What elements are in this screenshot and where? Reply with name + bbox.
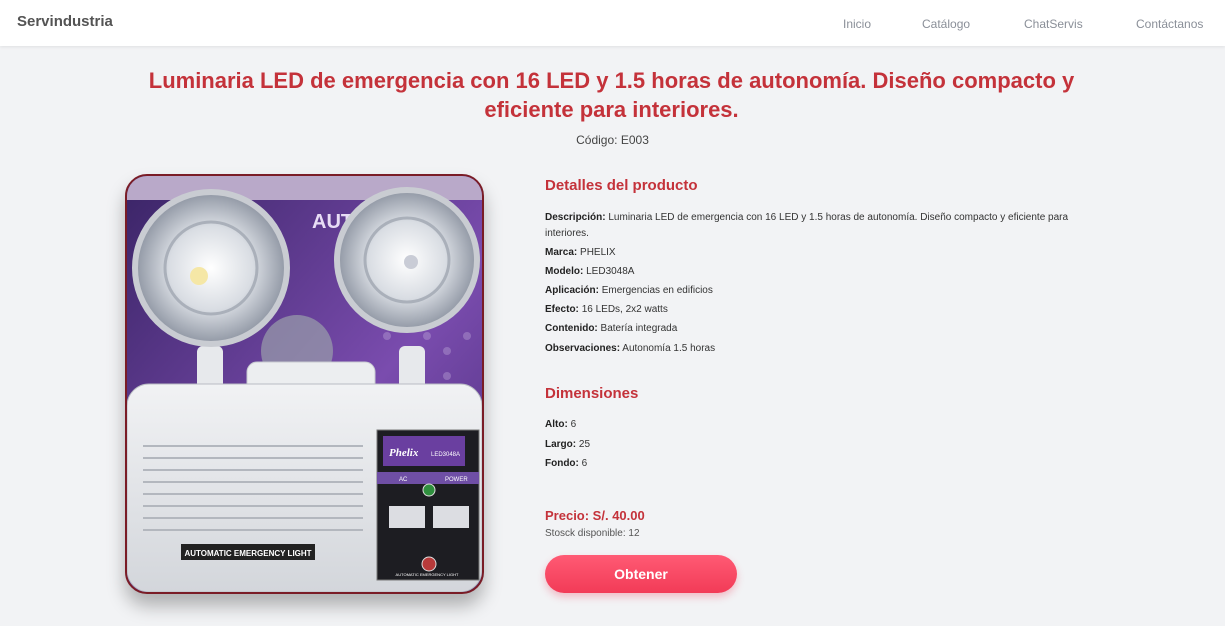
- dimension-length: Largo: 25: [545, 437, 1095, 453]
- product-title: Luminaria LED de emergencia con 16 LED y…: [148, 68, 1075, 122]
- spec-brand: Marca: PHELIX: [545, 245, 1095, 261]
- power-label: POWER: [445, 477, 468, 483]
- spec-value: Emergencias en edificios: [601, 285, 713, 296]
- spec-description: Descripción: Luminaria LED de emergencia…: [545, 210, 1095, 242]
- device-label: AUTOMATIC EMERGENCY LIGHT: [184, 549, 311, 558]
- spec-value: Batería integrada: [600, 323, 678, 334]
- spec-label: Marca:: [545, 247, 578, 258]
- spec-content: Contenido: Batería integrada: [545, 321, 1095, 337]
- spec-label: Modelo:: [545, 266, 584, 277]
- spec-label: Descripción:: [545, 212, 606, 223]
- ac-label: AC: [399, 477, 408, 483]
- phelix-plate: Phelix: [389, 447, 419, 459]
- dimension-label: Alto:: [545, 419, 568, 430]
- obtain-button[interactable]: Obtener: [545, 555, 737, 593]
- product-code: Código: E003: [0, 133, 1225, 147]
- spec-application: Aplicación: Emergencias en edificios: [545, 283, 1095, 299]
- product-code-label: Código:: [576, 133, 618, 147]
- details-heading: Detalles del producto: [545, 177, 698, 194]
- dimension-value: 25: [578, 439, 591, 450]
- dimension-depth: Fondo: 6: [545, 456, 1095, 472]
- spec-observations: Observaciones: Autonomía 1.5 horas: [545, 341, 1095, 357]
- spec-label: Efecto:: [545, 304, 579, 315]
- stock-available: Stosck disponible: 12: [545, 528, 640, 539]
- dimension-value: 6: [581, 458, 588, 469]
- model-plate: LED3048A: [431, 452, 460, 458]
- dimension-value: 6: [570, 419, 577, 430]
- spec-value: PHELIX: [580, 247, 616, 258]
- dimension-label: Largo:: [545, 439, 577, 450]
- spec-model: Modelo: LED3048A: [545, 264, 1095, 280]
- product-price: Precio: S/. 40.00: [545, 508, 645, 523]
- spec-value: 16 LEDs, 2x2 watts: [581, 304, 668, 315]
- nav-link-contactanos[interactable]: Contáctanos: [1136, 17, 1203, 31]
- spec-value: Autonomía 1.5 horas: [622, 343, 716, 354]
- spec-label: Contenido:: [545, 323, 598, 334]
- dimension-label: Fondo:: [545, 458, 579, 469]
- nav-link-chatservis[interactable]: ChatServis: [1024, 17, 1083, 31]
- product-code-value: E003: [620, 133, 649, 147]
- nav-link-inicio[interactable]: Inicio: [843, 17, 871, 31]
- spec-value: Luminaria LED de emergencia con 16 LED y…: [545, 212, 1069, 239]
- dimensions-heading: Dimensiones: [545, 385, 639, 402]
- spec-value: LED3048A: [586, 266, 635, 277]
- brand-logo-link[interactable]: Servindustria: [17, 13, 113, 30]
- spec-label: Observaciones:: [545, 343, 621, 354]
- emergency-light-illustration: AUTO EME LIG AUTOMATIC EMERGENCY LIGHT P…: [127, 176, 482, 592]
- nav-link-catalogo[interactable]: Catálogo: [922, 17, 970, 31]
- navbar: Servindustria Inicio Catálogo ChatServis…: [0, 0, 1225, 46]
- spec-effect: Efecto: 16 LEDs, 2x2 watts: [545, 302, 1095, 318]
- panel-bottom-label: AUTOMATIC EMERGENCY LIGHT: [396, 572, 459, 577]
- spec-label: Aplicación:: [545, 285, 599, 296]
- product-image: AUTO EME LIG AUTOMATIC EMERGENCY LIGHT P…: [125, 174, 484, 594]
- dimension-height: Alto: 6: [545, 417, 1095, 433]
